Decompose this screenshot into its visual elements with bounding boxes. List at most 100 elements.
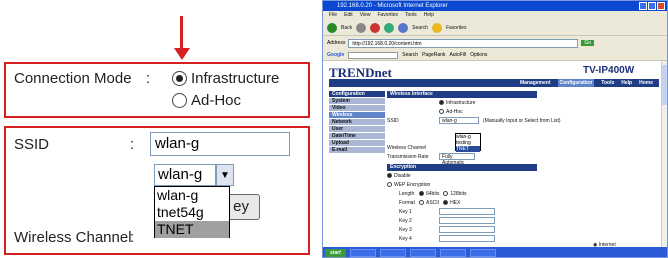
menu-file[interactable]: File — [329, 11, 337, 20]
chevron-down-icon[interactable]: ▼ — [216, 164, 234, 186]
format-hex: HEX — [450, 199, 461, 206]
length-64: 64bits — [426, 190, 440, 197]
dropdown-option-highlighted[interactable]: TNET — [456, 146, 480, 152]
nav-tools[interactable]: Tools — [601, 79, 614, 87]
adhoc-label: Ad-Hoc — [191, 92, 242, 109]
dropdown-option[interactable]: tnet54g — [155, 204, 229, 221]
google-search[interactable]: Search — [402, 52, 418, 58]
stop-icon[interactable] — [370, 22, 381, 33]
nav-home[interactable]: Home — [639, 79, 653, 87]
menu-bar: File Edit View Favorites Tools Help — [323, 11, 667, 20]
ssid-input[interactable]: wlan-g — [150, 132, 290, 156]
start-button[interactable]: start — [325, 249, 346, 257]
callout-arrow — [180, 16, 183, 50]
sidebar-item-upload[interactable]: Upload — [329, 140, 385, 147]
favorites-icon[interactable] — [431, 22, 442, 33]
forward-icon[interactable] — [356, 22, 367, 33]
radio-adhoc-icon[interactable] — [439, 109, 444, 114]
radio-128-icon[interactable] — [443, 191, 449, 196]
key-label: Key 2 — [399, 217, 412, 224]
sidebar-header: Configuration — [329, 91, 385, 98]
ssid-input[interactable]: wlan-g — [439, 117, 479, 124]
refresh-icon[interactable] — [384, 22, 395, 33]
google-search-input[interactable] — [348, 51, 399, 59]
sidebar-item-video[interactable]: Video — [329, 105, 385, 112]
opt-infrastructure: Infrastructure — [446, 99, 476, 106]
radio-ascii-icon[interactable] — [419, 200, 424, 205]
radio-wep-icon[interactable] — [387, 182, 392, 187]
key-input[interactable] — [439, 235, 495, 242]
connection-mode-label: Connection Mode — [14, 70, 132, 87]
dropdown-option-highlighted[interactable]: TNET — [155, 221, 229, 238]
opt-adhoc: Ad-Hoc — [446, 108, 463, 115]
nav-configuration[interactable]: Configuration — [557, 79, 595, 87]
radio-infra-icon[interactable] — [439, 100, 444, 105]
favorites-label[interactable]: Favorites — [446, 25, 467, 31]
taskbar-item[interactable] — [469, 249, 496, 257]
radio-64-icon[interactable] — [419, 191, 424, 196]
scrollbar-thumb[interactable] — [662, 65, 667, 105]
sidebar-item-wireless[interactable]: Wireless — [329, 112, 385, 119]
key-label: Key 3 — [399, 226, 412, 233]
sidebar-item-email[interactable]: E-mail — [329, 147, 385, 154]
infrastructure-radio[interactable]: Infrastructure — [172, 70, 279, 87]
tx-rate-select[interactable]: Fully Automatic — [439, 153, 475, 166]
menu-edit[interactable]: Edit — [344, 11, 353, 20]
ssid-dropdown-list: wlan-g testing TNET — [455, 133, 481, 152]
address-bar: Address http://192.168.0.20/content.htm … — [323, 37, 667, 49]
key-label: Key 4 — [399, 235, 412, 242]
ssid-select[interactable]: wlan-g — [154, 164, 216, 186]
google-pagerank[interactable]: PageRank — [422, 52, 445, 58]
search-label[interactable]: Search — [412, 25, 428, 31]
ssid-dropdown-list: wlan-g tnet54g TNET — [154, 186, 230, 238]
window-title: 192.168.0.20 - Microsoft Internet Explor… — [323, 1, 667, 11]
radio-disable-icon[interactable] — [387, 173, 392, 178]
format-ascii: ASCII — [426, 199, 440, 206]
taskbar-item[interactable] — [349, 249, 376, 257]
sidebar-item-network[interactable]: Network — [329, 119, 385, 126]
radio-hex-icon[interactable] — [443, 200, 449, 205]
nav-management[interactable]: Management — [520, 79, 551, 87]
google-label: Google — [327, 52, 345, 58]
key-input[interactable] — [439, 217, 495, 224]
taskbar: start — [323, 247, 667, 257]
sidebar-item-datetime[interactable]: Date/Time — [329, 133, 385, 140]
minimize-icon[interactable] — [639, 2, 647, 10]
key-input[interactable] — [439, 208, 495, 215]
ie-window: 192.168.0.20 - Microsoft Internet Explor… — [322, 0, 668, 258]
back-icon[interactable] — [327, 22, 337, 33]
taskbar-item[interactable] — [379, 249, 406, 257]
adhoc-radio[interactable]: Ad-Hoc — [172, 92, 241, 109]
key-input[interactable] — [439, 226, 495, 233]
menu-help[interactable]: Help — [424, 11, 434, 20]
sidebar-item-user[interactable]: User — [329, 126, 385, 133]
sidebar: Configuration System Video Wireless Netw… — [329, 91, 385, 241]
home-icon[interactable] — [398, 22, 409, 33]
dropdown-option[interactable]: wlan-g — [155, 187, 229, 204]
google-options[interactable]: Options — [470, 52, 487, 58]
taskbar-item[interactable] — [409, 249, 436, 257]
channel-label: Wireless Channel — [387, 144, 427, 151]
address-label: Address — [327, 40, 346, 46]
section-wireless-interface: Wireless Interface — [387, 91, 537, 98]
infrastructure-label: Infrastructure — [191, 70, 280, 87]
taskbar-item[interactable] — [439, 249, 466, 257]
close-icon[interactable] — [657, 2, 665, 10]
wireless-channel-label: Wireless Channel — [14, 229, 132, 246]
menu-view[interactable]: View — [360, 11, 371, 20]
enc-wep: WEP Encryption — [394, 181, 431, 188]
menu-favorites[interactable]: Favorites — [377, 11, 398, 20]
nav-help[interactable]: Help — [621, 79, 632, 87]
address-input[interactable]: http://192.168.0.20/content.htm — [348, 38, 579, 48]
ssid-label: SSID — [387, 117, 399, 124]
google-autofill[interactable]: AutoFill — [449, 52, 466, 58]
maximize-icon[interactable] — [648, 2, 656, 10]
menu-tools[interactable]: Tools — [405, 11, 417, 20]
go-button[interactable]: Go — [581, 40, 595, 46]
radio-selected-icon — [172, 71, 187, 86]
back-label[interactable]: Back — [341, 25, 352, 31]
sidebar-item-system[interactable]: System — [329, 98, 385, 105]
colon: : — [146, 70, 151, 87]
format-label: Format — [399, 199, 415, 206]
tx-rate-label: Transmission Rate — [387, 153, 429, 160]
